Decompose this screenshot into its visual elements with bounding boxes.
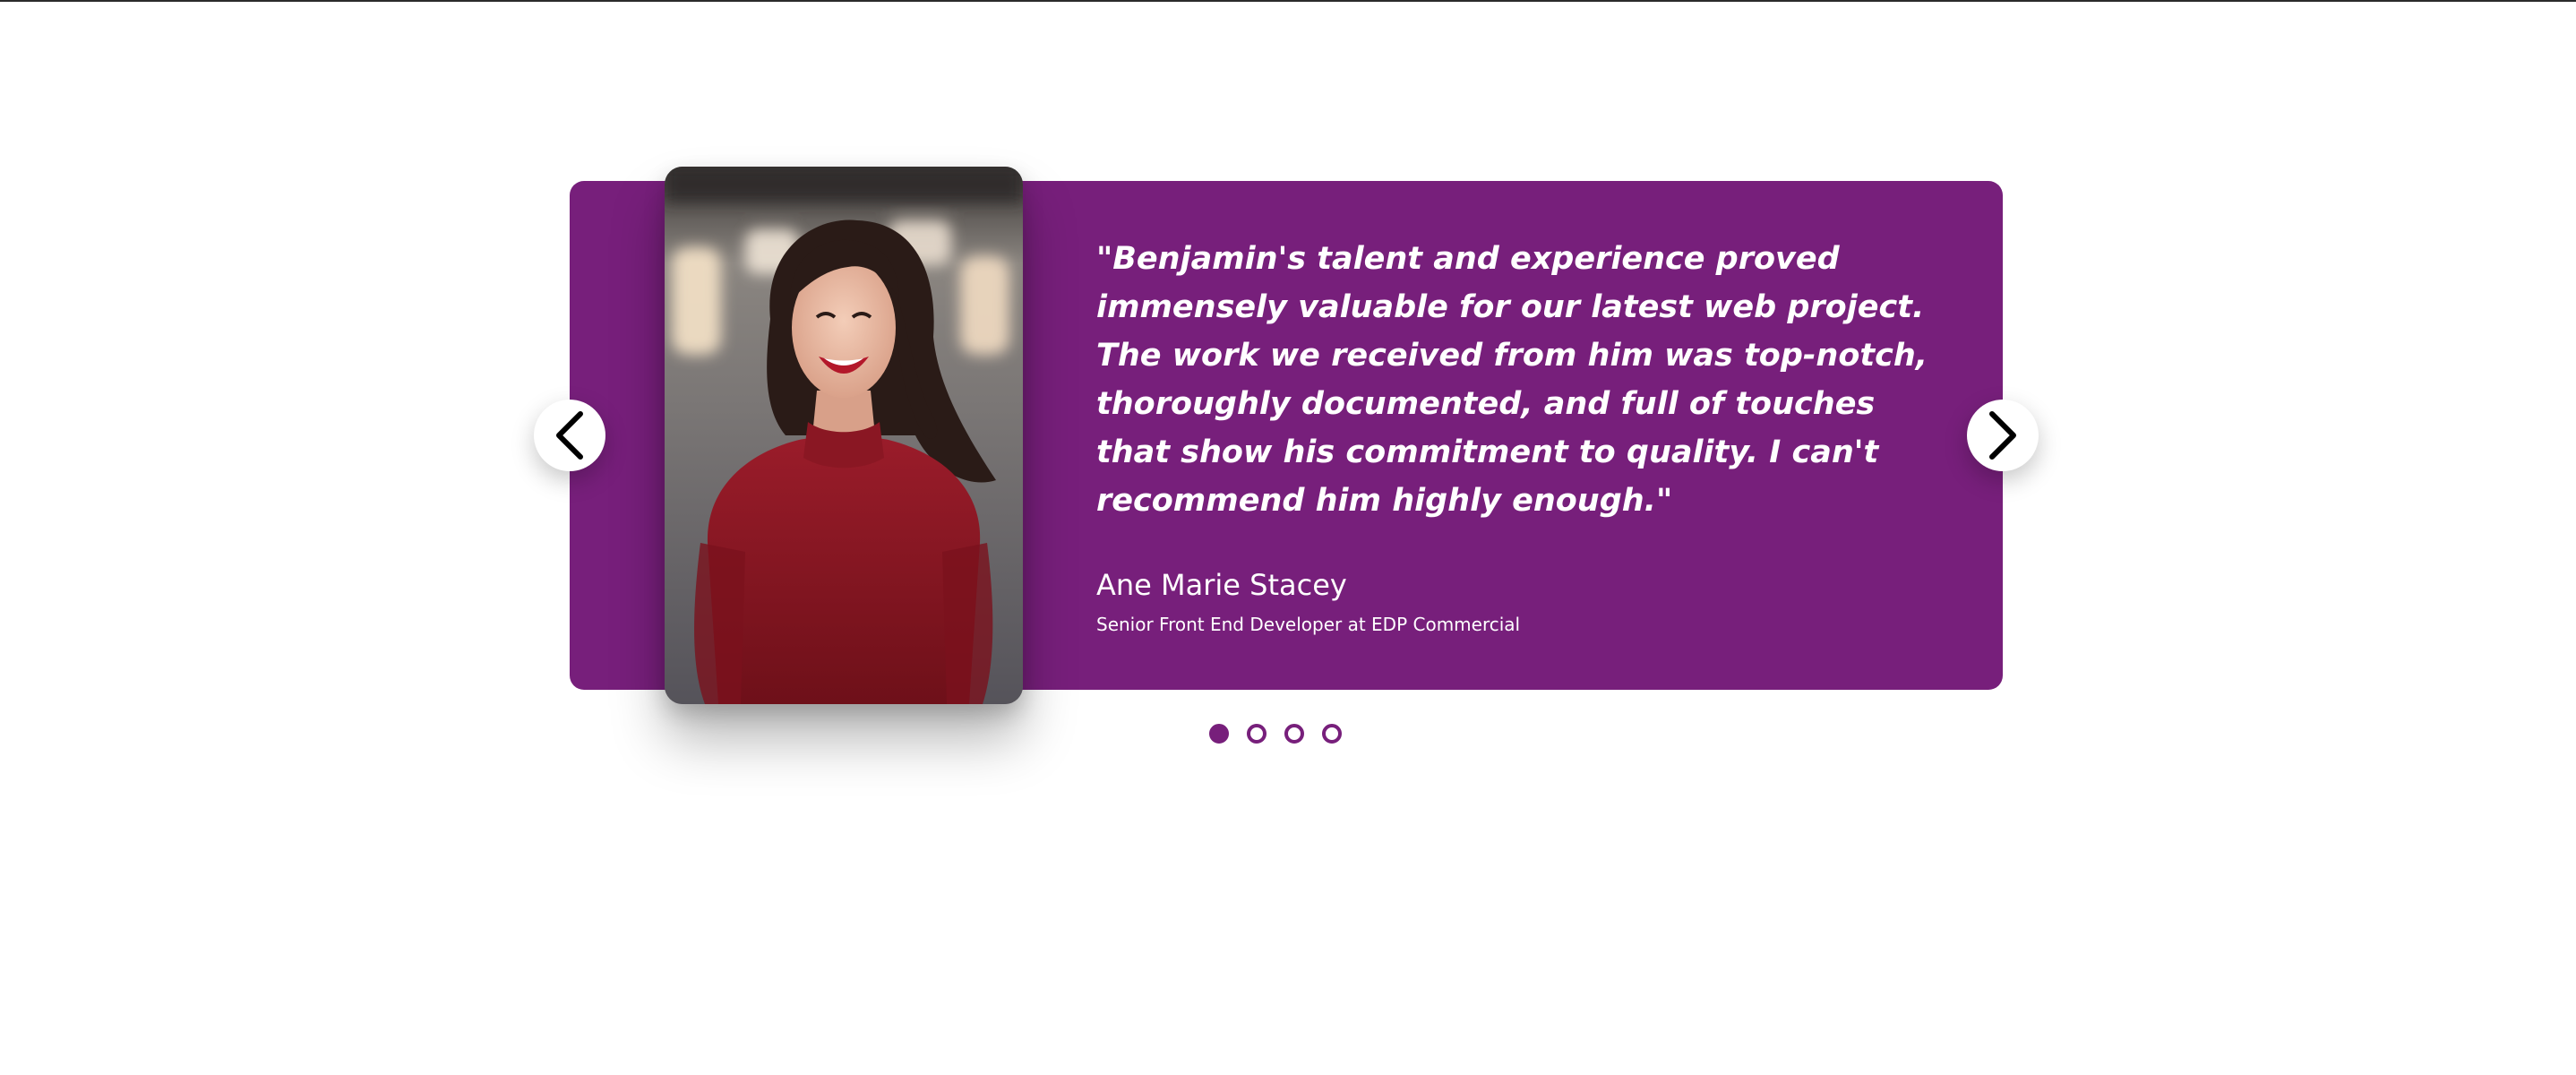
author-photo xyxy=(665,167,1023,704)
testimonial-carousel: "Benjamin's talent and experience proved… xyxy=(0,0,2576,1075)
chevron-right-icon xyxy=(1985,408,2021,462)
pagination-dot[interactable] xyxy=(1284,724,1304,744)
testimonial-quote: "Benjamin's talent and experience proved… xyxy=(1096,241,1928,519)
carousel-pagination xyxy=(1209,724,1342,751)
pagination-dot[interactable] xyxy=(1322,724,1342,744)
author-name: Ane Marie Stacey xyxy=(1096,568,1347,602)
next-slide-button[interactable] xyxy=(1967,400,2039,471)
pagination-dot[interactable] xyxy=(1247,724,1267,744)
previous-slide-button[interactable] xyxy=(534,400,605,471)
chevron-left-icon xyxy=(552,408,588,462)
pagination-dot[interactable] xyxy=(1209,724,1229,744)
author-role: Senior Front End Developer at EDP Commer… xyxy=(1096,614,1521,635)
